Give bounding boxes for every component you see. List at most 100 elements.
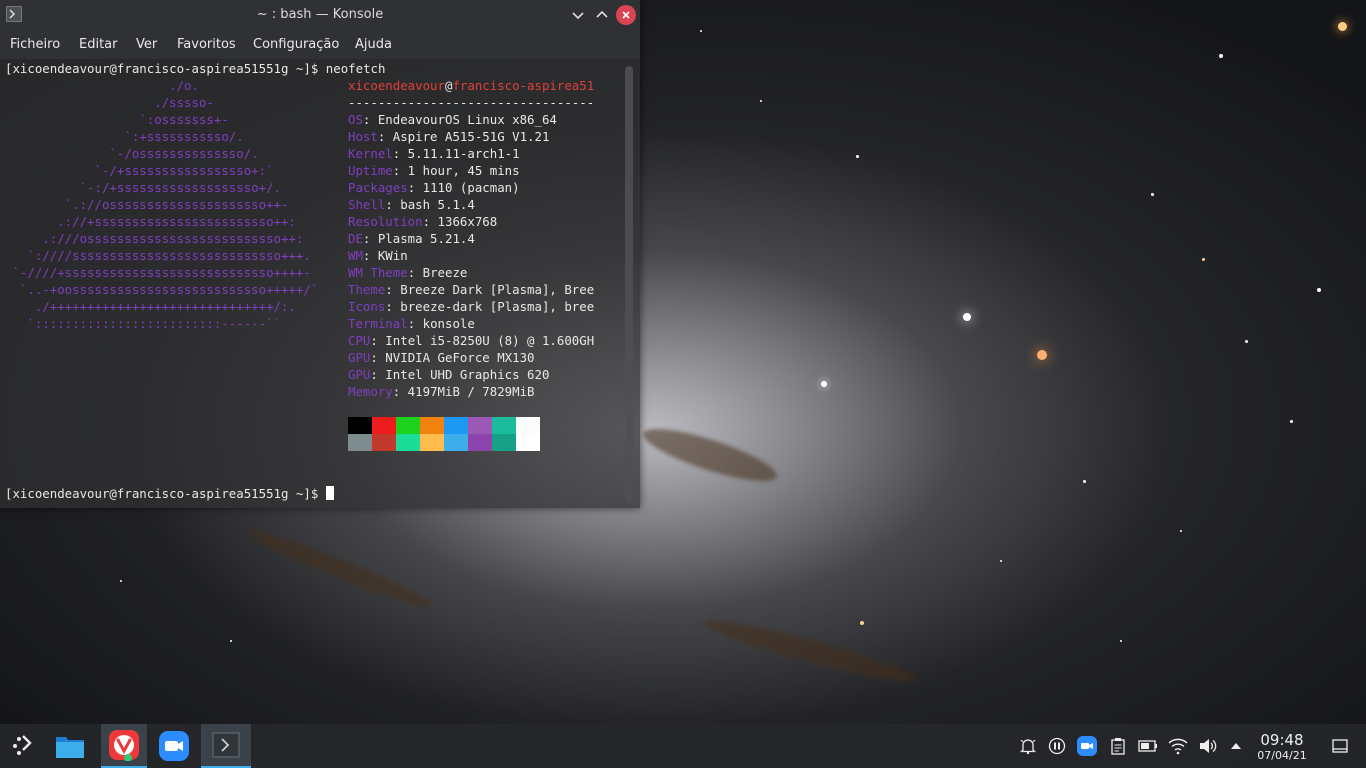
info-line: Shell: bash 5.1.4 xyxy=(348,196,475,213)
task-konsole[interactable] xyxy=(201,724,251,768)
info-line: CPU: Intel i5-8250U (8) @ 1.600GH xyxy=(348,332,594,349)
clock-date[interactable]: 07/04/21 xyxy=(1256,749,1308,762)
logo-line: .:///ossssssssssssssssssssssssso++: xyxy=(5,231,304,246)
color-swatch xyxy=(348,417,372,434)
star xyxy=(1317,288,1321,292)
color-swatch xyxy=(468,434,492,451)
launcher-icon xyxy=(13,735,32,755)
zoom-tray-icon[interactable] xyxy=(1077,736,1097,756)
clock-time[interactable]: 09:48 xyxy=(1256,731,1308,749)
chevron-up-icon xyxy=(596,10,608,18)
volume-icon[interactable] xyxy=(1198,736,1218,756)
info-value: : Breeze Dark [Plasma], Bree xyxy=(385,282,595,297)
text-cursor xyxy=(325,486,334,500)
show-desktop-icon[interactable] xyxy=(1330,736,1350,756)
info-line: WM: KWin xyxy=(348,247,408,264)
logo-line: `-/ossssssssssssso/. xyxy=(5,146,259,161)
notifications-icon[interactable] xyxy=(1018,736,1038,756)
logo-line: .://+ssssssssssssssssssssssso++: xyxy=(5,214,296,229)
taskbar: 09:48 07/04/21 xyxy=(0,724,1366,768)
star xyxy=(963,313,971,321)
info-line: Resolution: 1366x768 xyxy=(348,213,497,230)
wifi-icon[interactable] xyxy=(1168,736,1188,756)
info-label: Terminal xyxy=(348,316,408,331)
task-vivaldi[interactable] xyxy=(101,724,147,768)
application-launcher[interactable] xyxy=(0,724,46,768)
close-button[interactable] xyxy=(616,5,636,25)
terminal-output[interactable]: [xicoendeavour@francisco-aspirea51551g ~… xyxy=(0,59,620,508)
dust-lane xyxy=(700,611,920,691)
battery-icon[interactable] xyxy=(1138,736,1158,756)
color-swatch xyxy=(420,417,444,434)
info-line: WM Theme: Breeze xyxy=(348,264,467,281)
info-label: Host xyxy=(348,129,378,144)
info-value: : breeze-dark [Plasma], bree xyxy=(385,299,595,314)
info-label: Kernel xyxy=(348,146,393,161)
prompt-line: [xicoendeavour@francisco-aspirea51551g ~… xyxy=(5,60,385,77)
prompt: [xicoendeavour@francisco-aspirea51551g ~… xyxy=(5,61,326,76)
terminal-scrollbar[interactable] xyxy=(625,66,633,502)
terminal-icon xyxy=(212,732,240,758)
logo-line: `.://osssssssssssssssssssso++- xyxy=(5,197,289,212)
window-title: ~ : bash — Konsole xyxy=(256,7,384,22)
star xyxy=(230,640,232,642)
maximize-button[interactable] xyxy=(592,5,612,25)
star xyxy=(856,155,859,158)
info-line: Icons: breeze-dark [Plasma], bree xyxy=(348,298,594,315)
logo-line: ./o. xyxy=(5,78,199,93)
info-label: OS xyxy=(348,112,363,127)
star xyxy=(821,381,827,387)
menu-configuracao[interactable]: Configuração xyxy=(253,37,339,52)
media-pause-icon[interactable] xyxy=(1047,736,1067,756)
info-line: DE: Plasma 5.21.4 xyxy=(348,230,475,247)
info-value: : Breeze xyxy=(407,265,468,280)
info-line: Kernel: 5.11.11-arch1-1 xyxy=(348,145,520,162)
window-titlebar[interactable]: ~ : bash — Konsole xyxy=(0,0,640,30)
info-label: WM xyxy=(348,248,363,263)
info-value: : Intel UHD Graphics 620 xyxy=(370,367,550,382)
info-value: : 4197MiB / 7829MiB xyxy=(392,384,535,399)
info-value: : KWin xyxy=(362,248,408,263)
info-label: Shell xyxy=(348,197,386,212)
task-zoom[interactable] xyxy=(151,724,197,768)
star xyxy=(1151,193,1154,196)
menu-favoritos[interactable]: Favoritos xyxy=(177,37,236,52)
info-value: : Plasma 5.21.4 xyxy=(362,231,475,246)
chevron-down-icon xyxy=(572,12,584,20)
star xyxy=(1120,640,1122,642)
info-label: Theme xyxy=(348,282,386,297)
info-label: GPU xyxy=(348,367,371,382)
menu-editar[interactable]: Editar xyxy=(79,37,118,52)
star xyxy=(1000,560,1002,562)
info-label: DE xyxy=(348,231,363,246)
logo-line: `-/+sssssssssssssssso+:` xyxy=(5,163,274,178)
prompt-line-active: [xicoendeavour@francisco-aspirea51551g ~… xyxy=(5,485,334,502)
separator-line: --------------------------------- xyxy=(348,95,595,110)
dust-lane xyxy=(243,523,437,615)
logo-line: `:osssssss+- xyxy=(5,112,229,127)
hostname: francisco-aspirea51 xyxy=(452,78,595,93)
color-swatch xyxy=(492,434,516,451)
info-line: Host: Aspire A515-51G V1.21 xyxy=(348,128,549,145)
menu-bar: Ficheiro Editar Ver Favoritos Configuraç… xyxy=(0,30,640,59)
prompt: [xicoendeavour@francisco-aspirea51551g ~… xyxy=(5,486,326,501)
color-swatch xyxy=(396,434,420,451)
info-label: Uptime xyxy=(348,163,393,178)
star xyxy=(1037,350,1047,360)
clipboard-icon[interactable] xyxy=(1108,736,1128,756)
task-dolphin[interactable] xyxy=(47,724,93,768)
logo-line: `..-+oossssssssssssssssssssssssso+++++/` xyxy=(5,282,319,297)
expand-tray-icon[interactable] xyxy=(1226,736,1246,756)
username: xicoendeavour xyxy=(348,78,445,93)
logo-line: `:+sssssssssso/. xyxy=(5,129,244,144)
info-label: Packages xyxy=(348,180,408,195)
menu-ficheiro[interactable]: Ficheiro xyxy=(10,37,60,52)
menu-ajuda[interactable]: Ajuda xyxy=(355,37,392,52)
color-swatch xyxy=(516,417,540,434)
color-swatch xyxy=(396,417,420,434)
minimize-button[interactable] xyxy=(568,5,588,25)
menu-ver[interactable]: Ver xyxy=(136,37,157,52)
konsole-window: ~ : bash — Konsole Ficheiro Editar Ver F… xyxy=(0,0,640,508)
close-icon xyxy=(622,11,630,19)
star xyxy=(1180,530,1182,532)
